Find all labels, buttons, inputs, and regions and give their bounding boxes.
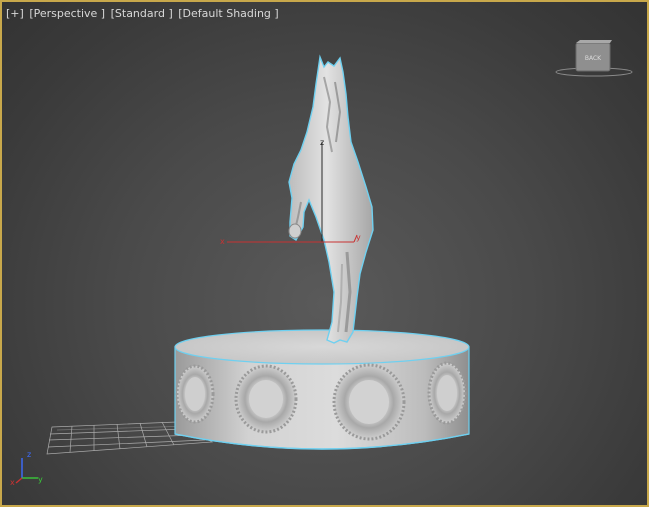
gizmo-x-label: x [220, 237, 225, 246]
horse-sculpture[interactable] [288, 54, 374, 344]
tripod-z-label: z [27, 450, 31, 459]
gizmo-y-label: y [356, 233, 361, 242]
scene-canvas[interactable]: x y z [2, 2, 647, 505]
viewcube[interactable]: BACK [554, 38, 634, 80]
gizmo-z-label: z [320, 138, 324, 147]
viewcube-face-label: BACK [585, 55, 602, 62]
perspective-viewport[interactable]: [+] [Perspective ] [Standard ] [Default … [0, 0, 649, 507]
tripod-x-label: x [10, 478, 15, 486]
round-pedestal[interactable] [174, 329, 470, 450]
tripod-y-label: y [38, 475, 43, 484]
axis-tripod: z y x [10, 450, 43, 486]
